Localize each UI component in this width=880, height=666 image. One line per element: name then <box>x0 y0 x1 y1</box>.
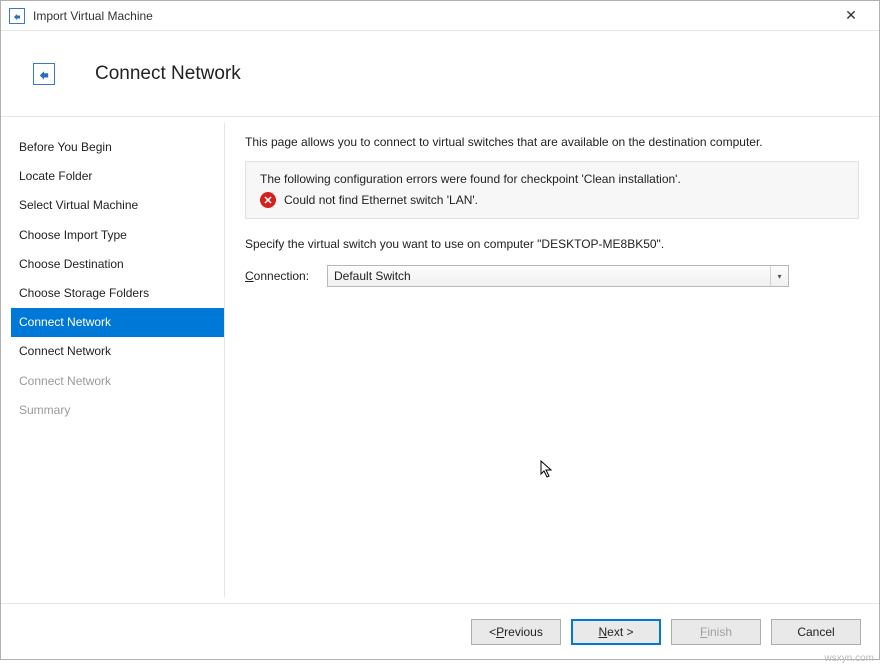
specify-text: Specify the virtual switch you want to u… <box>245 237 859 251</box>
wizard-body: Before You Begin Locate Folder Select Vi… <box>1 117 879 603</box>
wizard-footer: < Previous Next > Finish Cancel <box>1 603 879 659</box>
header-icon <box>33 63 55 85</box>
error-icon: ✕ <box>260 192 276 208</box>
error-box: The following configuration errors were … <box>245 161 859 219</box>
connection-value: Default Switch <box>334 269 411 283</box>
page-title: Connect Network <box>95 63 241 85</box>
finish-button: Finish <box>671 619 761 645</box>
connection-label: Connection: <box>245 269 319 283</box>
wizard-steps-sidebar: Before You Begin Locate Folder Select Vi… <box>11 123 225 597</box>
next-button[interactable]: Next > <box>571 619 661 645</box>
wizard-header: Connect Network <box>1 31 879 117</box>
chevron-down-icon: ▾ <box>770 266 788 286</box>
step-select-virtual-machine[interactable]: Select Virtual Machine <box>11 191 224 220</box>
step-connect-network-2[interactable]: Connect Network <box>11 337 224 366</box>
step-before-you-begin[interactable]: Before You Begin <box>11 133 224 162</box>
titlebar: Import Virtual Machine ✕ <box>1 1 879 31</box>
connection-row: Connection: Default Switch ▾ <box>245 265 859 287</box>
wizard-window: Import Virtual Machine ✕ Connect Network… <box>0 0 880 660</box>
step-locate-folder[interactable]: Locate Folder <box>11 162 224 191</box>
previous-button[interactable]: < Previous <box>471 619 561 645</box>
intro-text: This page allows you to connect to virtu… <box>245 133 859 151</box>
connection-dropdown[interactable]: Default Switch ▾ <box>327 265 789 287</box>
error-line: ✕ Could not find Ethernet switch 'LAN'. <box>260 192 844 208</box>
error-message: Could not find Ethernet switch 'LAN'. <box>284 193 478 207</box>
step-summary: Summary <box>11 396 224 425</box>
cancel-button[interactable]: Cancel <box>771 619 861 645</box>
watermark: wsxyn.com <box>825 653 874 664</box>
step-choose-storage-folders[interactable]: Choose Storage Folders <box>11 279 224 308</box>
step-connect-network-3: Connect Network <box>11 367 224 396</box>
close-icon[interactable]: ✕ <box>831 1 871 30</box>
error-heading: The following configuration errors were … <box>260 172 844 186</box>
window-title: Import Virtual Machine <box>33 9 831 23</box>
app-icon <box>9 8 25 24</box>
step-choose-import-type[interactable]: Choose Import Type <box>11 221 224 250</box>
step-choose-destination[interactable]: Choose Destination <box>11 250 224 279</box>
wizard-main-panel: This page allows you to connect to virtu… <box>225 117 879 603</box>
step-connect-network-1[interactable]: Connect Network <box>11 308 224 337</box>
